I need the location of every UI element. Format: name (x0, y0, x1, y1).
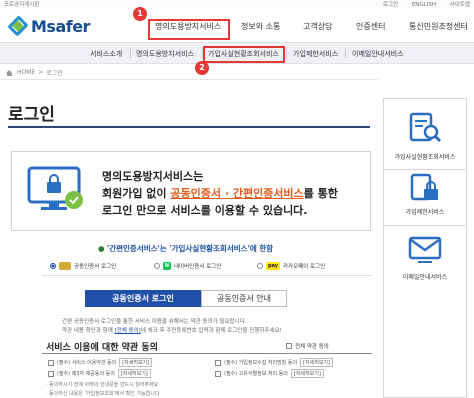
header: Msafer (0, 9, 474, 43)
notice-text: ● '간편인증서비스'는 '가입사실현황조회서비스'에 한함 (98, 244, 274, 253)
login-options: 공동인증서 로그인 N 네이버인증서 로그인 pay 카카오페이 로그인 (42, 259, 372, 273)
view-details-button[interactable]: [자세히보기] (290, 369, 324, 378)
tab-certificate-guide[interactable]: 공동인증서 안내 (201, 290, 287, 307)
gnb-item-customer[interactable]: 고객상담 (303, 9, 332, 43)
page: 포토공지게시판 로그인 ENGLISH 사이트맵 Msafer 명의도용방지서비… (0, 0, 474, 398)
radio-certificate[interactable] (50, 263, 56, 269)
breadcrumb-current: 로그인 (46, 70, 63, 77)
highlight-box-1 (148, 19, 230, 40)
rail-item-subscription-lookup[interactable]: 가입사실현황조회서비스 (383, 152, 467, 161)
subnav-separator (345, 49, 346, 58)
terms-divider (42, 353, 372, 354)
option-naver-label: 네이버인증서 로그인 (174, 264, 222, 270)
checkbox[interactable] (215, 359, 221, 366)
term-item: (필수) 고유식별정보 처리 동의 [자세히보기] (215, 369, 324, 378)
checkbox[interactable] (215, 370, 221, 377)
utility-left-link[interactable]: 포토공지게시판 (4, 0, 39, 8)
breadcrumb: HOME > 로그인 (6, 68, 63, 77)
utility-bar: 포토공지게시판 로그인 ENGLISH 사이트맵 (0, 0, 474, 9)
term-item: (필수) 가입정보수집 처리방침 동의 [자세히보기] (215, 358, 333, 367)
logo-text: Msafer (31, 16, 90, 36)
radio-kakaopay[interactable] (257, 263, 263, 269)
checkbox[interactable] (48, 359, 54, 366)
rail-item-email[interactable]: 이메일안내서비스 (383, 272, 467, 281)
logo-mark-icon (7, 15, 29, 37)
option-certificate-label: 공동인증서 로그인 (74, 264, 117, 270)
gnb-item-cert-center[interactable]: 인증센터 (356, 9, 385, 43)
gnb-item-info[interactable]: 정보와 소통 (241, 9, 280, 43)
checkbox[interactable] (286, 343, 292, 349)
option-kakaopay[interactable]: pay 카카오페이 로그인 (257, 261, 325, 271)
option-kakaopay-label: 카카오페이 로그인 (283, 264, 326, 270)
subnav-separator (130, 49, 131, 58)
subnav-item-restriction[interactable]: 가입제한서비스 (293, 43, 338, 64)
hint-line-1: 간편 공동인증서 로그인을 통한 서비스 이용을 위해서는 약관 동의가 필요합… (62, 319, 247, 325)
certificate-icon (59, 262, 71, 270)
lock-icon[interactable] (408, 172, 442, 204)
secure-monitor-icon (27, 166, 83, 210)
info-line-3: 로그인 만으로 서비스를 이용할 수 있습니다. (102, 204, 308, 217)
title-underline (8, 126, 370, 128)
agree-all-checkbox[interactable]: 전체 약관 동의 (286, 342, 329, 350)
gnb-item-dispute[interactable]: 통신민원조정센터 (409, 9, 468, 43)
breadcrumb-separator: > (38, 69, 44, 76)
highlight-box-2 (203, 46, 285, 63)
view-details-button[interactable]: [자세히보기] (119, 358, 153, 367)
search-document-icon[interactable] (408, 112, 442, 144)
subnav-item-identity-protection[interactable]: 명의도용방지서비스 (136, 43, 194, 64)
breadcrumb-divider (0, 79, 378, 80)
subnav-item-intro[interactable]: 서비스소개 (90, 43, 122, 64)
rail-divider (383, 225, 467, 226)
utility-links: 로그인 ENGLISH 사이트맵 (371, 0, 470, 8)
hint-line-2: 약관 내용 확인과 함께 [전체 동의]에 체크 후 주민등록번호 입력과 함께… (62, 328, 282, 334)
sitemap-link[interactable]: 사이트맵 (450, 2, 470, 8)
option-naver[interactable]: N 네이버인증서 로그인 (154, 261, 221, 271)
subnav-item-email[interactable]: 이메일안내서비스 (352, 43, 404, 64)
logo[interactable]: Msafer (7, 15, 90, 37)
subnav-separator (286, 49, 287, 58)
radio-naver[interactable] (154, 263, 160, 269)
tab-certificate-login[interactable]: 공동인증서 로그인 (85, 290, 201, 307)
info-highlight: 공동인증서 · 간편인증서비스 (170, 187, 304, 200)
home-icon[interactable] (6, 69, 13, 76)
step-badge-2: 2 (195, 61, 209, 75)
options-divider (42, 275, 372, 276)
naver-icon: N (163, 262, 171, 270)
breadcrumb-home[interactable]: HOME (17, 69, 35, 76)
footnote-1: · 동의하시기 전에 아래의 안내문을 반드시 읽어주세요 (46, 382, 159, 388)
english-link[interactable]: ENGLISH (412, 2, 436, 8)
agree-all-link[interactable]: [전체 동의] (115, 328, 141, 334)
term-item: (필수) 제3자 제공동의 동의 [자세히보기] (48, 369, 151, 378)
step-badge-1: 1 (133, 7, 147, 21)
view-details-button[interactable]: [자세히보기] (117, 369, 151, 378)
kakaopay-icon: pay (266, 262, 280, 270)
info-line-2: 회원가입 없이 공동인증서 · 간편인증서비스를 통한 (102, 187, 338, 200)
term-item: (필수) 서비스 이용약관 동의 [자세히보기] (48, 358, 153, 367)
rail-divider (383, 169, 467, 170)
footnote-2: · 동의하신 내용은 '가입정보조회'에서 확인 가능합니다 (46, 391, 160, 397)
page-title: 로그인 (8, 105, 55, 125)
terms-title: 서비스 이용에 대한 약관 동의 (46, 343, 158, 353)
view-details-button[interactable]: [자세히보기] (300, 358, 333, 367)
checkbox[interactable] (48, 370, 54, 377)
rail-item-restriction[interactable]: 가입제한서비스 (383, 207, 467, 216)
notice-bullet-icon: ● (98, 244, 105, 253)
option-certificate[interactable]: 공동인증서 로그인 (50, 261, 116, 271)
info-line-1: 명의도용방지서비스는 (102, 170, 204, 183)
login-link[interactable]: 로그인 (383, 2, 398, 8)
mail-icon[interactable] (408, 234, 442, 266)
